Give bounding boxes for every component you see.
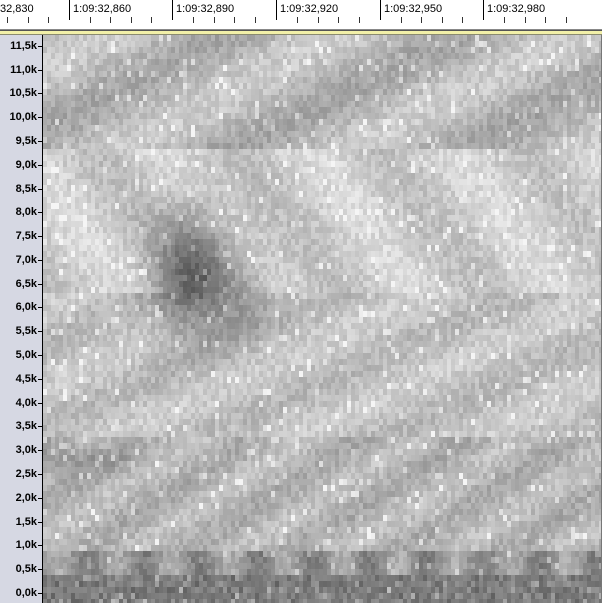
- time-minor-tick: [566, 17, 567, 23]
- frequency-label: 8,0k: [15, 206, 37, 219]
- frequency-tick: [38, 569, 42, 570]
- time-label: 1:09:32,980: [487, 3, 546, 15]
- time-label: 1:09:32,920: [280, 3, 339, 15]
- frequency-tick: [38, 474, 42, 475]
- time-minor-tick: [401, 17, 402, 23]
- frequency-tick: [38, 522, 42, 523]
- time-label: 1:09:32,890: [176, 3, 235, 15]
- frequency-tick: [38, 545, 42, 546]
- spectrogram-image: [43, 35, 602, 603]
- time-minor-tick: [234, 17, 235, 23]
- spectrogram-view[interactable]: [43, 35, 602, 603]
- frequency-label: 3,0k: [15, 444, 37, 457]
- frequency-label: 1,0k: [15, 539, 37, 552]
- time-minor-tick: [7, 17, 8, 23]
- frequency-tick: [38, 403, 42, 404]
- time-minor-tick: [545, 17, 546, 23]
- frequency-tick: [38, 331, 42, 332]
- time-minor-tick: [131, 17, 132, 23]
- frequency-tick: [38, 450, 42, 451]
- frequency-label: 11,5k: [10, 39, 37, 52]
- time-minor-tick: [338, 17, 339, 23]
- frequency-label: 9,0k: [15, 158, 37, 171]
- frequency-tick: [38, 93, 42, 94]
- time-minor-tick: [421, 17, 422, 23]
- frequency-label: 10,5k: [9, 87, 37, 100]
- time-minor-tick: [193, 17, 194, 23]
- frequency-tick: [38, 260, 42, 261]
- time-minor-tick: [318, 17, 319, 23]
- frequency-label: 0,0k: [15, 587, 37, 599]
- time-major-tick: [276, 0, 277, 20]
- frequency-tick: [38, 426, 42, 427]
- frequency-tick: [38, 379, 42, 380]
- frequency-tick: [38, 46, 42, 47]
- time-minor-tick: [214, 17, 215, 23]
- time-minor-tick: [297, 17, 298, 23]
- time-label: 32,830: [0, 3, 34, 15]
- frequency-label: 6,5k: [15, 277, 37, 290]
- frequency-tick: [38, 189, 42, 190]
- time-minor-tick: [28, 17, 29, 23]
- time-label: 1:09:32,950: [384, 3, 443, 15]
- frequency-tick: [38, 165, 42, 166]
- frequency-label: 1,5k: [15, 515, 37, 528]
- frequency-tick: [38, 284, 42, 285]
- time-minor-tick: [359, 17, 360, 23]
- frequency-tick: [38, 117, 42, 118]
- frequency-tick: [38, 498, 42, 499]
- frequency-label: 7,0k: [15, 253, 37, 266]
- frequency-label: 11,0k: [10, 63, 37, 76]
- time-major-tick: [483, 0, 484, 20]
- frequency-label: 4,0k: [15, 396, 37, 409]
- frequency-label: 2,5k: [15, 468, 37, 481]
- time-major-tick: [380, 0, 381, 20]
- frequency-label: 4,5k: [15, 372, 37, 385]
- time-minor-tick: [255, 17, 256, 23]
- frequency-tick: [38, 212, 42, 213]
- frequency-label: 2,0k: [15, 491, 37, 504]
- time-minor-tick: [110, 17, 111, 23]
- timeline-ruler[interactable]: 32,830 1:09:32,860 1:09:32,890 1:09:32,9…: [0, 0, 602, 30]
- frequency-label: 5,5k: [15, 325, 37, 338]
- time-major-tick: [172, 0, 173, 20]
- frequency-tick: [38, 593, 42, 594]
- time-minor-tick: [525, 17, 526, 23]
- frequency-tick: [38, 70, 42, 71]
- time-minor-tick: [504, 17, 505, 23]
- frequency-label: 5,0k: [15, 349, 37, 362]
- time-minor-tick: [90, 17, 91, 23]
- frequency-label: 10,0k: [9, 111, 37, 124]
- time-label: 1:09:32,860: [73, 3, 132, 15]
- time-minor-tick: [151, 17, 152, 23]
- frequency-label: 8,5k: [15, 182, 37, 195]
- time-minor-tick: [48, 17, 49, 23]
- time-minor-tick: [442, 17, 443, 23]
- time-minor-tick: [462, 17, 463, 23]
- frequency-label: 7,5k: [15, 230, 37, 243]
- frequency-tick: [38, 141, 42, 142]
- time-major-tick: [69, 0, 70, 20]
- frequency-tick: [38, 236, 42, 237]
- frequency-label: 3,5k: [15, 420, 37, 433]
- frequency-tick: [38, 355, 42, 356]
- frequency-label: 6,0k: [15, 301, 37, 314]
- frequency-tick: [38, 307, 42, 308]
- frequency-ruler[interactable]: 11,5k 11,0k 10,5k 10,0k 9,5k 9,0k 8,5k 8,0k 7,5k…: [0, 35, 43, 603]
- frequency-label: 9,5k: [15, 134, 37, 147]
- frequency-label: 0,5k: [15, 563, 37, 576]
